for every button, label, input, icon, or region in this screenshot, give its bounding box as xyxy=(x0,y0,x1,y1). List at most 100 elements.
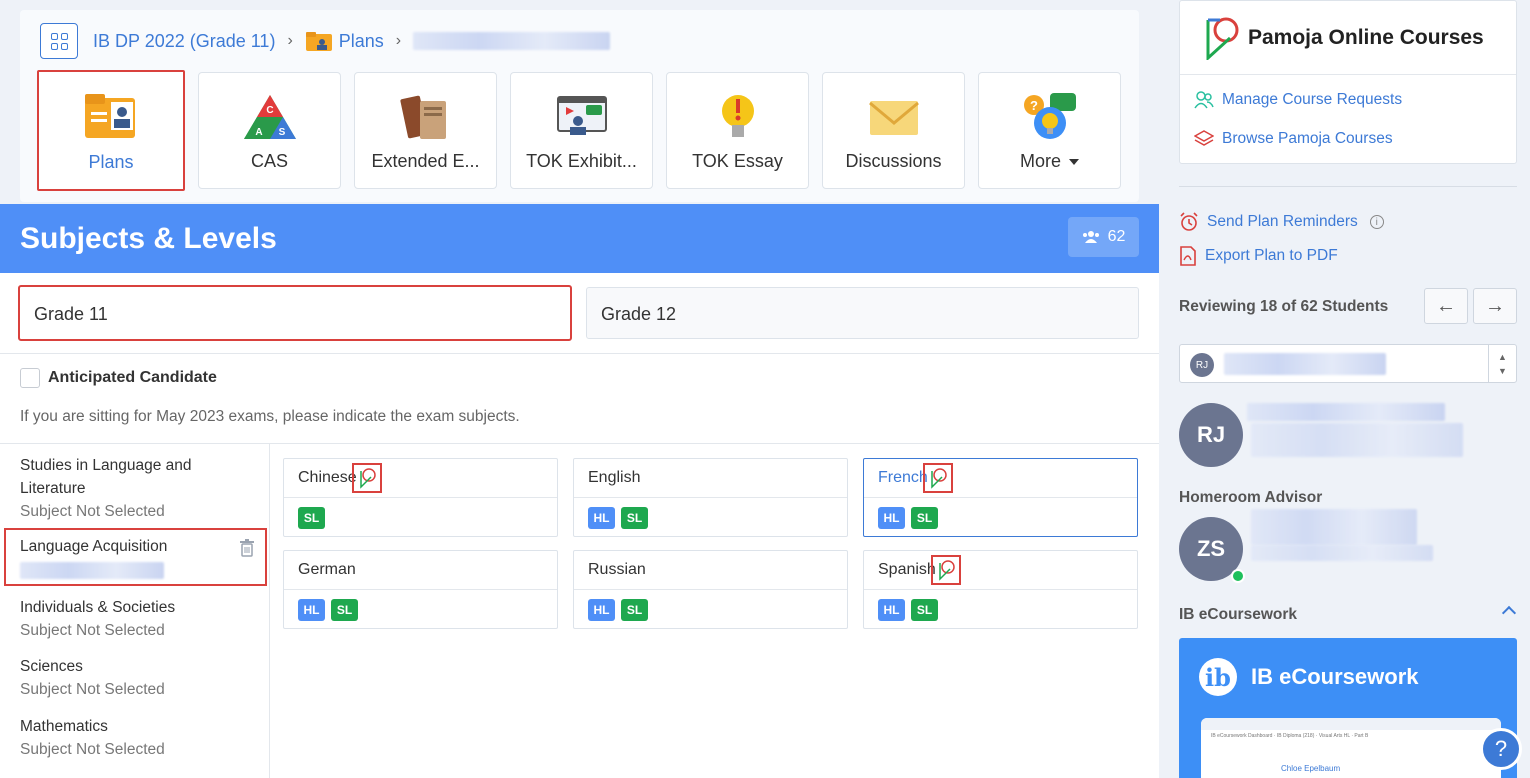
level-hl-button[interactable]: HL xyxy=(878,599,905,621)
level-hl-button[interactable]: HL xyxy=(588,599,615,621)
level-hl-button[interactable]: HL xyxy=(588,507,615,529)
export-plan-pdf-link[interactable]: Export Plan to PDF xyxy=(1179,246,1338,266)
divider xyxy=(1179,186,1517,187)
subjects-panel: Grade 11 Grade 12 Anticipated Candidate … xyxy=(0,273,1159,778)
next-student-button[interactable]: → xyxy=(1473,288,1517,324)
subject-name: French xyxy=(878,469,928,486)
breadcrumb-section[interactable]: Plans xyxy=(339,31,384,52)
preview-breadcrumb: IB eCoursework Dashboard · IB Diploma (2… xyxy=(1211,733,1369,739)
reviewing-status: Reviewing 18 of 62 Students xyxy=(1179,298,1389,315)
tab-grade-11[interactable]: Grade 11 xyxy=(18,285,572,341)
advisor-email-redacted xyxy=(1251,545,1433,561)
export-label: Export Plan to PDF xyxy=(1205,247,1338,264)
divider xyxy=(0,353,1159,354)
level-sl-button[interactable]: SL xyxy=(911,507,938,529)
tile-label: TOK Exhibit... xyxy=(526,151,637,171)
subject-card-spanish[interactable]: Spanish HL SL xyxy=(863,550,1138,629)
group-individuals-societies[interactable]: Individuals & Societies Subject Not Sele… xyxy=(20,596,175,642)
send-plan-reminders-link[interactable]: Send Plan Reminders i xyxy=(1179,212,1384,232)
plans-folder-icon xyxy=(85,94,135,138)
tile-discussions[interactable]: Discussions xyxy=(822,72,965,189)
subject-card-russian[interactable]: Russian HL SL xyxy=(573,550,848,629)
group-title: Studies in Language and xyxy=(20,457,192,474)
divider xyxy=(864,589,1137,590)
level-hl-button[interactable]: HL xyxy=(878,507,905,529)
group-language-literature[interactable]: Studies in Language and Literature Subje… xyxy=(20,454,192,523)
student-name-redacted xyxy=(1224,353,1386,375)
homeroom-advisor-title: Homeroom Advisor xyxy=(1179,489,1323,506)
help-button[interactable]: ? xyxy=(1480,728,1522,770)
anticipated-label: Anticipated Candidate xyxy=(48,369,217,386)
apps-grid-button[interactable] xyxy=(40,23,78,59)
students-count: 62 xyxy=(1107,228,1126,245)
anticipated-checkbox[interactable] xyxy=(20,368,40,388)
tile-label: Extended E... xyxy=(371,151,480,171)
manage-course-requests-link[interactable]: Manage Course Requests xyxy=(1194,91,1402,109)
users-icon xyxy=(1082,231,1099,243)
breadcrumb: IB DP 2022 (Grade 11) › Plans › xyxy=(93,30,611,52)
group-status: Subject Not Selected xyxy=(20,622,165,639)
right-sidebar: Pamoja Online Courses Manage Course Requ… xyxy=(1159,0,1530,778)
chevron-right-icon: › xyxy=(395,32,402,49)
arrow-left-icon: ← xyxy=(1436,294,1456,317)
users-outline-icon xyxy=(1194,91,1214,109)
subject-card-german[interactable]: German HL SL xyxy=(283,550,558,629)
level-badges: SL xyxy=(298,507,325,529)
level-sl-button[interactable]: SL xyxy=(621,599,648,621)
lightbulb-icon xyxy=(721,95,754,137)
tile-tok-exhibition[interactable]: TOK Exhibit... xyxy=(510,72,653,189)
group-sciences[interactable]: Sciences Subject Not Selected xyxy=(20,655,165,701)
svg-text:C: C xyxy=(266,105,273,116)
group-mathematics[interactable]: Mathematics Subject Not Selected xyxy=(20,715,165,761)
student-select[interactable]: RJ ▲ ▼ xyxy=(1179,344,1517,383)
ib-logo-icon: ib xyxy=(1199,658,1237,696)
students-count-button[interactable]: 62 xyxy=(1068,217,1139,257)
tile-more[interactable]: ? More xyxy=(978,72,1121,189)
level-sl-button[interactable]: SL xyxy=(911,599,938,621)
ib-ecoursework-banner[interactable]: ib IB eCoursework IB eCoursework Dashboa… xyxy=(1179,638,1517,778)
trash-icon[interactable] xyxy=(239,539,255,557)
cas-triangle-icon: C A S xyxy=(243,95,296,139)
browse-pamoja-courses-link[interactable]: Browse Pamoja Courses xyxy=(1194,130,1393,148)
group-status: Subject Not Selected xyxy=(20,503,165,520)
tile-extended-essay[interactable]: Extended E... xyxy=(354,72,497,189)
tile-plans[interactable]: Plans xyxy=(37,70,185,191)
level-hl-button[interactable]: HL xyxy=(298,599,325,621)
arrow-right-icon: → xyxy=(1485,294,1505,317)
ib-ecoursework-section-title: IB eCoursework xyxy=(1179,606,1298,623)
level-badges: HL SL xyxy=(588,599,648,621)
subject-card-chinese[interactable]: Chinese SL xyxy=(283,458,558,537)
tile-label: CAS xyxy=(250,151,288,171)
anticipated-hint: If you are sitting for May 2023 exams, p… xyxy=(20,408,520,425)
group-title: Sciences xyxy=(20,658,83,675)
level-badges: HL SL xyxy=(878,599,938,621)
advisor-name-redacted xyxy=(1251,509,1417,545)
subject-card-french[interactable]: French HL SL xyxy=(863,458,1138,537)
level-badges: HL SL xyxy=(878,507,938,529)
pamoja-header: Pamoja Online Courses xyxy=(1180,1,1516,75)
level-sl-button[interactable]: SL xyxy=(298,507,325,529)
pamoja-icon xyxy=(923,463,953,493)
group-language-acquisition[interactable]: Language Acquisition xyxy=(4,528,267,586)
pamoja-icon xyxy=(352,463,382,493)
top-nav-card: IB DP 2022 (Grade 11) › Plans › Plans C … xyxy=(20,10,1139,202)
tile-tok-essay[interactable]: TOK Essay xyxy=(666,72,809,189)
subject-name: English xyxy=(588,469,641,486)
level-sl-button[interactable]: SL xyxy=(331,599,358,621)
subject-name: Russian xyxy=(588,561,646,578)
level-sl-button[interactable]: SL xyxy=(621,507,648,529)
previous-student-button[interactable]: ← xyxy=(1424,288,1468,324)
tile-cas[interactable]: C A S CAS xyxy=(198,72,341,189)
breadcrumb-student-redacted xyxy=(413,32,611,50)
tab-grade-12[interactable]: Grade 12 xyxy=(586,287,1139,339)
subject-card-english[interactable]: English HL SL xyxy=(573,458,848,537)
group-title-cont: Literature xyxy=(20,480,86,497)
info-icon[interactable]: i xyxy=(1369,215,1384,229)
books-icon xyxy=(399,95,446,139)
chevron-up-icon[interactable] xyxy=(1501,605,1517,621)
breadcrumb-program[interactable]: IB DP 2022 (Grade 11) xyxy=(93,31,275,52)
reminders-label: Send Plan Reminders xyxy=(1207,213,1358,230)
svg-text:S: S xyxy=(278,127,285,138)
more-label: More xyxy=(1019,151,1061,171)
divider xyxy=(574,497,847,498)
